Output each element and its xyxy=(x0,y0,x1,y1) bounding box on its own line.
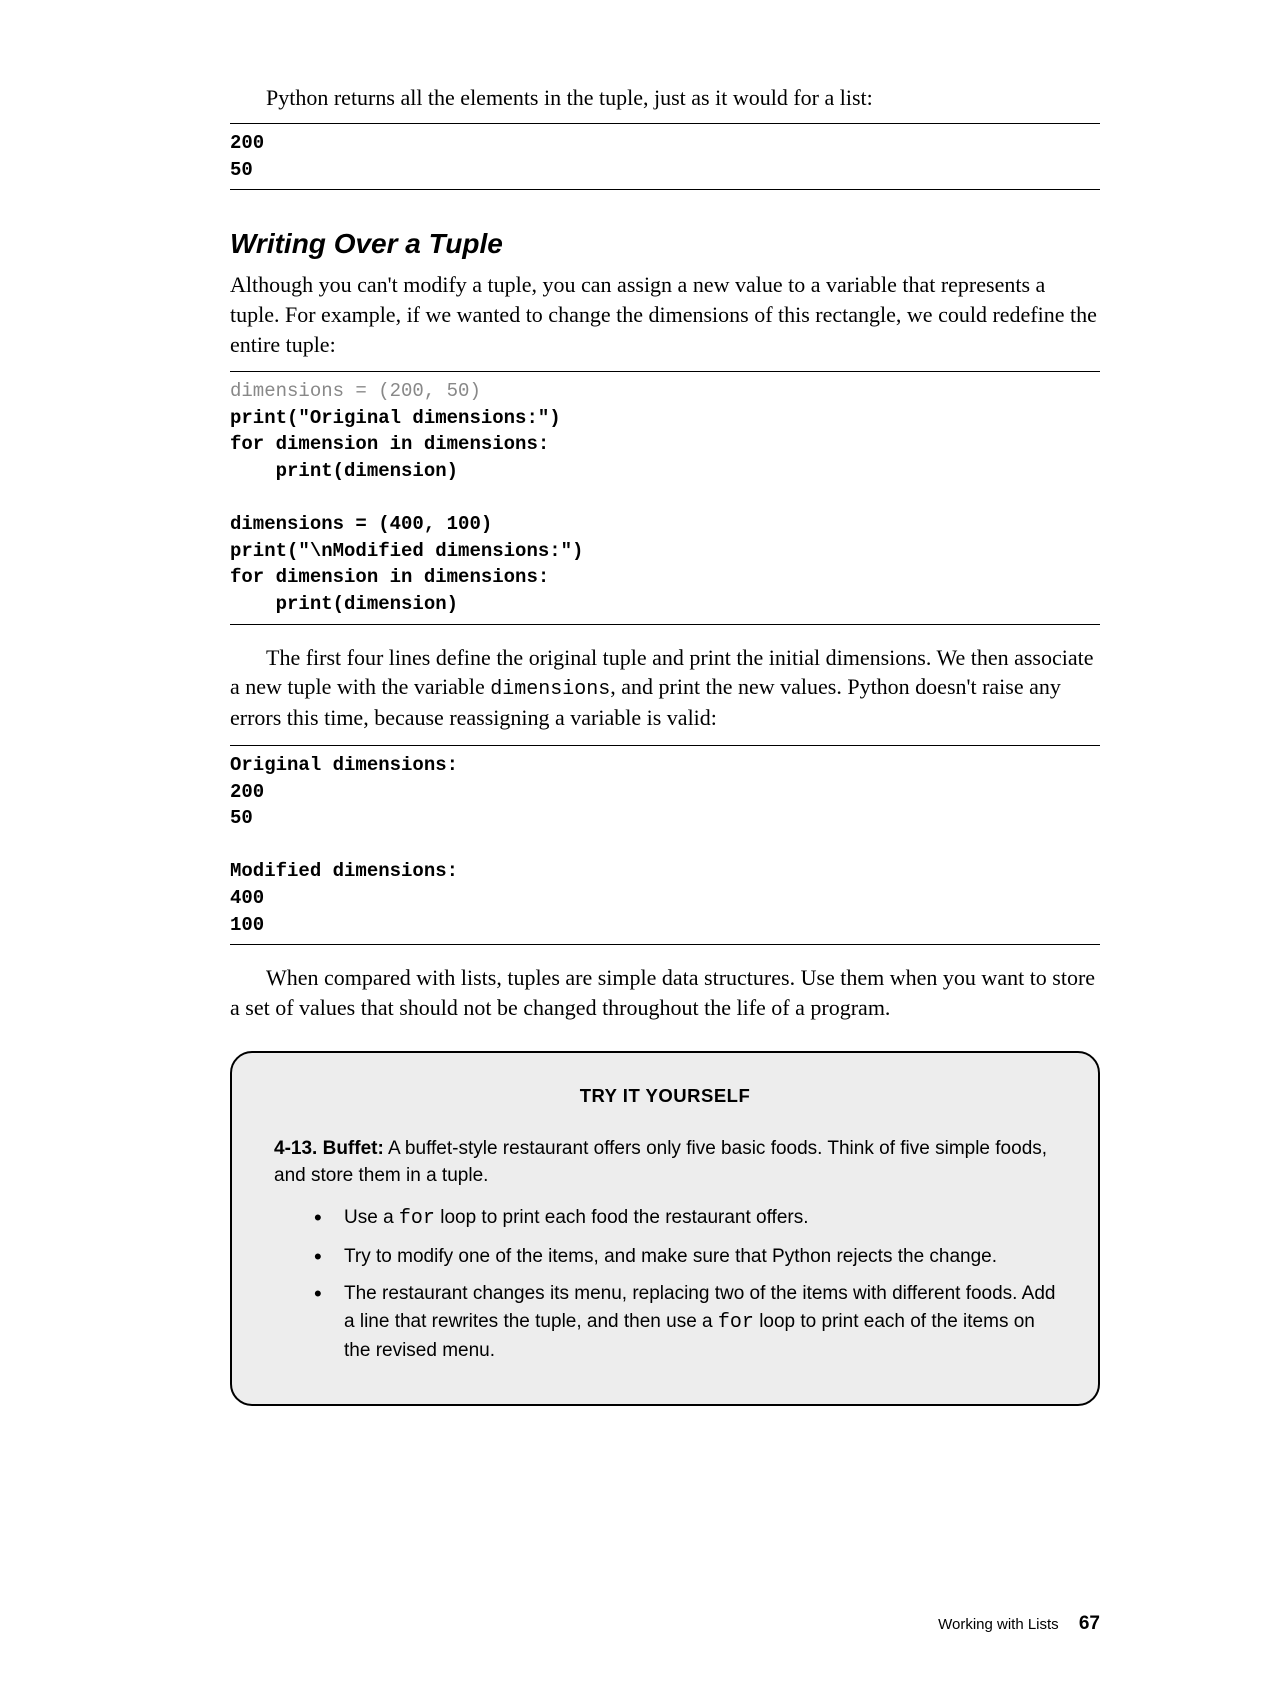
bullet-1: Use a for loop to print each food the re… xyxy=(314,1204,1056,1233)
code-faded-line: dimensions = (200, 50) xyxy=(230,380,481,402)
inline-code-dimensions: dimensions xyxy=(490,678,610,701)
try-box-title: TRY IT YOURSELF xyxy=(274,1085,1056,1107)
b1a: Use a xyxy=(344,1207,399,1228)
paragraph-3: When compared with lists, tuples are sim… xyxy=(230,963,1100,1022)
inline-code-for-1: for xyxy=(399,1207,435,1230)
inline-code-for-2: for xyxy=(718,1311,754,1334)
exercise-number: 4-13. xyxy=(274,1138,317,1159)
bullet-2: Try to modify one of the items, and make… xyxy=(314,1243,1056,1271)
try-it-yourself-box: TRY IT YOURSELF 4-13. Buffet: A buffet-s… xyxy=(230,1051,1100,1407)
code-body: print("Original dimensions:") for dimens… xyxy=(230,407,583,615)
exercise-title: Buffet: xyxy=(323,1138,384,1159)
paragraph-1: Although you can't modify a tuple, you c… xyxy=(230,270,1100,359)
page-footer: Working with Lists 67 xyxy=(938,1613,1100,1635)
page-container: Python returns all the elements in the t… xyxy=(0,0,1280,1691)
bullet-3: The restaurant changes its menu, replaci… xyxy=(314,1280,1056,1364)
intro-text: Python returns all the elements in the t… xyxy=(230,85,1100,111)
exercise-4-13: 4-13. Buffet: A buffet-style restaurant … xyxy=(274,1135,1056,1190)
page-number: 67 xyxy=(1079,1613,1100,1634)
paragraph-2: The first four lines define the original… xyxy=(230,643,1100,733)
section-heading: Writing Over a Tuple xyxy=(230,228,1100,260)
exercise-bullets: Use a for loop to print each food the re… xyxy=(274,1204,1056,1365)
code-listing-2: dimensions = (200, 50) print("Original d… xyxy=(230,371,1100,624)
exercise-desc: A buffet-style restaurant offers only fi… xyxy=(274,1138,1047,1187)
b1b: loop to print each food the restaurant o… xyxy=(435,1207,809,1228)
code-output-3: Original dimensions: 200 50 Modified dim… xyxy=(230,745,1100,945)
footer-chapter: Working with Lists xyxy=(938,1616,1059,1633)
code-output-1: 200 50 xyxy=(230,123,1100,190)
